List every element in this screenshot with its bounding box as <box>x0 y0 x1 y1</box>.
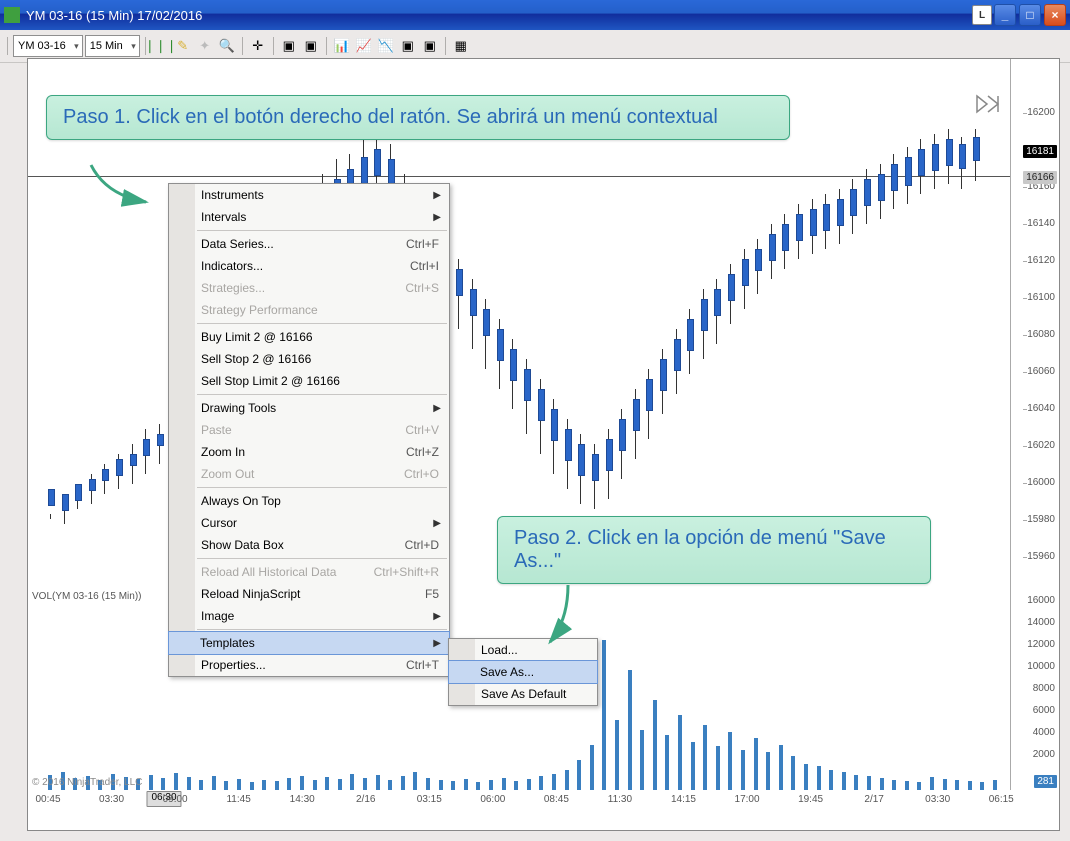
menu-item[interactable]: Drawing Tools▶ <box>169 397 449 419</box>
menu-item[interactable]: Cursor▶ <box>169 512 449 534</box>
bars-icon[interactable]: ❘❘❘ <box>151 36 171 56</box>
price-current-label: 16181 <box>1023 145 1057 158</box>
price-axis: 1620016180161601614016120161001608016060… <box>1010 59 1059 589</box>
menu-item[interactable]: Reload NinjaScriptF5 <box>169 583 449 605</box>
menu-item[interactable]: Data Series...Ctrl+F <box>169 233 449 255</box>
menu-item: Reload All Historical DataCtrl+Shift+R <box>169 561 449 583</box>
submenu-item[interactable]: Save As Default <box>449 683 597 705</box>
menu-item[interactable]: Sell Stop 2 @ 16166 <box>169 348 449 370</box>
menu-item[interactable]: Show Data BoxCtrl+D <box>169 534 449 556</box>
menu-item[interactable]: Intervals▶ <box>169 206 449 228</box>
panel2-icon[interactable]: ▣ <box>301 36 321 56</box>
arrow-step1 <box>86 160 156 210</box>
time-axis: 06:30 00:4503:3009:0011:4514:302/1603:15… <box>28 790 1059 830</box>
app-window: YM 03-16 (15 Min) 17/02/2016 L _ □ × YM … <box>0 0 1070 841</box>
pencil-icon[interactable]: ✎ <box>173 36 193 56</box>
menu-item[interactable]: Always On Top <box>169 490 449 512</box>
menu-item[interactable]: Buy Limit 2 @ 16166 <box>169 326 449 348</box>
volume-axis: 160001400012000100008000600040002000 <box>1010 589 1059 790</box>
minimize-button[interactable]: _ <box>994 4 1016 26</box>
menu-item[interactable]: Indicators...Ctrl+I <box>169 255 449 277</box>
context-menu: Instruments▶Intervals▶ Data Series...Ctrl… <box>168 183 450 677</box>
copyright-text: © 2016 NinjaTrader, LLC <box>32 777 142 788</box>
l-button[interactable]: L <box>972 5 992 25</box>
grid-icon[interactable]: ▦ <box>451 36 471 56</box>
app-icon <box>4 7 20 23</box>
menu-item: Strategy Performance <box>169 299 449 321</box>
menu-item[interactable]: Instruments▶ <box>169 184 449 206</box>
submenu-item[interactable]: Save As... <box>448 660 598 684</box>
arrow-step2 <box>540 580 580 650</box>
chart3-icon[interactable]: 📉 <box>376 36 396 56</box>
menu-item[interactable]: Sell Stop Limit 2 @ 16166 <box>169 370 449 392</box>
title-bar: YM 03-16 (15 Min) 17/02/2016 L _ □ × <box>0 0 1070 30</box>
panel4-icon[interactable]: ▣ <box>420 36 440 56</box>
menu-item[interactable]: Properties...Ctrl+T <box>169 654 449 676</box>
price-line-label: 16166 <box>1023 171 1057 184</box>
callout-step1: Paso 1. Click en el botón derecho del ra… <box>46 95 790 140</box>
menu-item[interactable]: Templates▶ <box>168 631 450 655</box>
interval-select[interactable]: 15 Min <box>85 35 140 57</box>
crosshair-icon[interactable]: ✛ <box>248 36 268 56</box>
chart1-icon[interactable]: 📊 <box>332 36 352 56</box>
menu-item: PasteCtrl+V <box>169 419 449 441</box>
maximize-button[interactable]: □ <box>1019 4 1041 26</box>
instrument-select[interactable]: YM 03-16 <box>13 35 83 57</box>
menu-item: Strategies...Ctrl+S <box>169 277 449 299</box>
panel3-icon[interactable]: ▣ <box>398 36 418 56</box>
menu-item: Zoom OutCtrl+O <box>169 463 449 485</box>
zoom-icon[interactable]: 🔍 <box>217 36 237 56</box>
window-title: YM 03-16 (15 Min) 17/02/2016 <box>26 8 202 23</box>
volume-current-label: 281 <box>1034 775 1057 788</box>
close-button[interactable]: × <box>1044 4 1066 26</box>
chart2-icon[interactable]: 📈 <box>354 36 374 56</box>
callout-step2: Paso 2. Click en la opción de menú "Save… <box>497 516 931 584</box>
panel1-icon[interactable]: ▣ <box>279 36 299 56</box>
menu-item[interactable]: Zoom InCtrl+Z <box>169 441 449 463</box>
wand-icon[interactable]: ✦ <box>195 36 215 56</box>
menu-item[interactable]: Image▶ <box>169 605 449 627</box>
